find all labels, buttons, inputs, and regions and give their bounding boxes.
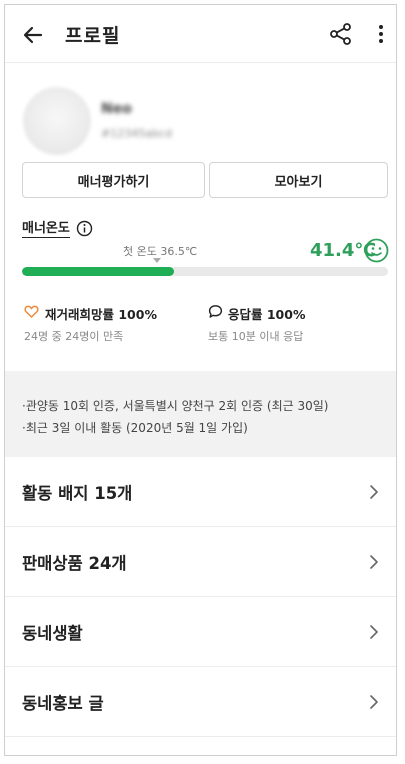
chevron-right-icon xyxy=(370,695,378,709)
heart-outline-icon xyxy=(24,305,39,318)
manner-temp-bar-fill xyxy=(22,267,174,276)
rehire-detail: 24명 중 24명이 만족 xyxy=(24,330,124,343)
chevron-right-icon xyxy=(370,625,378,639)
share-icon[interactable] xyxy=(328,21,354,47)
verification-info: ·관양동 10회 인증, 서울특별시 양천구 2회 인증 (최근 30일) ·최… xyxy=(5,371,396,457)
menu-label: 동네홍보 글 xyxy=(22,694,104,713)
response-detail: 보통 10분 이내 응답 xyxy=(208,330,304,343)
speech-bubble-icon xyxy=(208,305,223,318)
manner-temp-label[interactable]: 매너온도 xyxy=(22,221,70,238)
profile-screen: 프로필 Neo #12345abcd 매너평가하기 모아보기 매너온도 첫 온도… xyxy=(4,4,397,756)
first-temp-marker xyxy=(153,258,161,263)
info-icon[interactable] xyxy=(76,220,93,237)
activity-line: ·최근 3일 이내 활동 (2020년 5월 1일 가입) xyxy=(22,421,248,435)
user-id: #12345abcd xyxy=(101,127,172,140)
page-title: 프로필 xyxy=(65,25,121,47)
menu-label: 활동 배지 15개 xyxy=(22,484,133,503)
menu-label: 판매상품 24개 xyxy=(22,554,127,573)
nickname: Neo xyxy=(101,101,132,117)
menu-neighborhood-promo[interactable]: 동네홍보 글 xyxy=(5,667,396,737)
collect-button[interactable]: 모아보기 xyxy=(209,162,388,198)
more-vertical-icon[interactable] xyxy=(375,21,387,47)
arrow-left-icon[interactable] xyxy=(21,23,45,47)
chevron-right-icon xyxy=(370,485,378,499)
menu-sale-items[interactable]: 판매상품 24개 xyxy=(5,527,396,597)
top-app-bar: 프로필 xyxy=(5,5,396,63)
manner-eval-button[interactable]: 매너평가하기 xyxy=(22,162,205,198)
chevron-right-icon xyxy=(370,555,378,569)
response-rate: 응답률 100% xyxy=(228,307,306,322)
rehire-rate: 재거래희망률 100% xyxy=(45,307,157,322)
avatar[interactable] xyxy=(23,87,91,155)
verification-line: ·관양동 10회 인증, 서울특별시 양천구 2회 인증 (최근 30일) xyxy=(22,399,329,413)
menu-label: 동네생활 xyxy=(22,624,83,643)
smile-face-icon xyxy=(364,238,389,263)
menu-neighborhood-life[interactable]: 동네생활 xyxy=(5,597,396,667)
first-temp-label: 첫 온도 36.5℃ xyxy=(123,245,198,258)
manner-temp-bar xyxy=(22,267,388,276)
menu-activity-badges[interactable]: 활동 배지 15개 xyxy=(5,457,396,527)
